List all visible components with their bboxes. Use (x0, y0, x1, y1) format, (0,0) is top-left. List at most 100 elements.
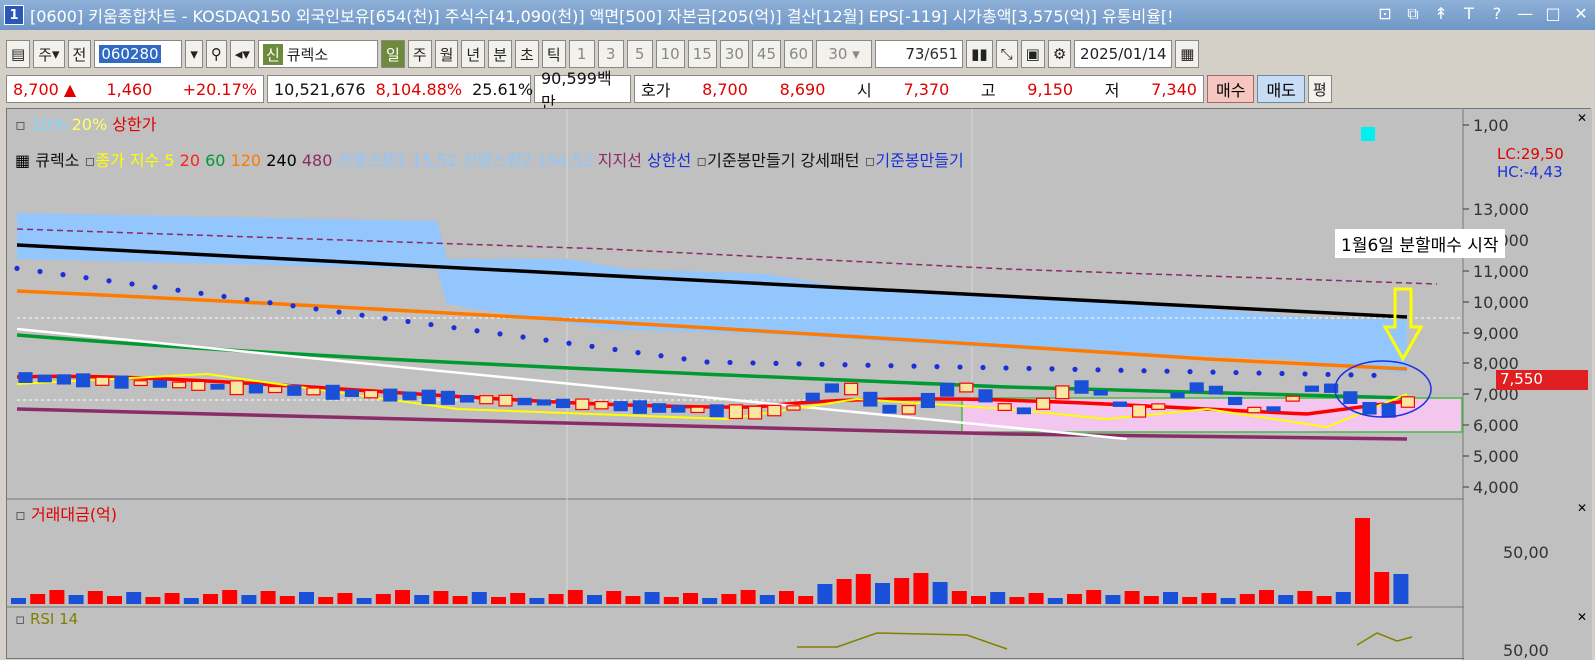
volume-pct: 8,104.88% (375, 79, 463, 99)
candle (690, 406, 705, 414)
interval-10[interactable]: 10 (655, 40, 685, 68)
volume-bar (337, 593, 353, 604)
help-icon[interactable]: ? (1487, 4, 1507, 24)
volume-bar (356, 598, 372, 604)
volume-bar (817, 584, 833, 604)
top-legend: ▫ 10% 20% 상한가 (15, 115, 157, 134)
candle (1074, 380, 1089, 394)
bar-count-input[interactable]: 73/651 (875, 40, 964, 68)
volume-bar (126, 592, 142, 604)
dotted-point (1371, 372, 1377, 378)
dotted-point (1302, 371, 1308, 377)
volume-bar (395, 590, 410, 604)
volume-bar (721, 594, 737, 604)
dotted-point (1164, 368, 1170, 374)
type-select[interactable]: 주 ▾ (33, 40, 65, 68)
line-tool-icon[interactable]: ⤡ (995, 40, 1018, 68)
dotted-point (37, 268, 43, 275)
candle (1112, 401, 1128, 407)
duplicate-icon[interactable]: ⧉ (1403, 4, 1423, 24)
period-minute[interactable]: 분 (488, 40, 512, 68)
candle (805, 392, 820, 402)
interval-60[interactable]: 60 (784, 40, 814, 68)
chart-canvas[interactable]: 1,0013,00012,00011,00010,0009,0008,0007,… (7, 109, 1592, 660)
candle (268, 386, 283, 394)
close-icon[interactable]: ✕ (1571, 4, 1591, 24)
gear-icon[interactable]: ⚙ (1047, 40, 1072, 68)
save-icon[interactable]: ▣ (1020, 40, 1045, 68)
dotted-point (405, 318, 411, 325)
period-year[interactable]: 년 (461, 40, 486, 68)
interval-1[interactable]: 1 (568, 40, 595, 68)
dotted-point (244, 296, 250, 303)
dotted-point (336, 309, 342, 315)
pin-icon[interactable]: ↟ (1431, 4, 1451, 24)
dotted-point (152, 284, 158, 290)
grid-icon[interactable]: ▦ (15, 151, 30, 170)
rsi-title: ▫ RSI 14 (15, 610, 79, 628)
calendar-icon[interactable]: ▦ (1175, 40, 1200, 68)
stock-name-field[interactable]: 신 큐렉소 (257, 40, 378, 68)
dotted-point (175, 287, 181, 293)
price-tick-label: 9,000 (1473, 324, 1519, 343)
low-price: 7,340 (1151, 79, 1197, 99)
candle (613, 401, 628, 412)
volume-bar (971, 596, 986, 604)
interval-30[interactable]: 30 (719, 40, 749, 68)
ask-price: 8,700 (702, 79, 748, 99)
interval-15[interactable]: 15 (687, 40, 717, 68)
interval-3[interactable]: 3 (597, 40, 624, 68)
candle (95, 376, 110, 386)
volume-bar (875, 583, 890, 604)
interval-5[interactable]: 5 (626, 40, 653, 68)
legend-resistance: 상한선 (647, 151, 692, 170)
candle (959, 382, 974, 393)
maximize-icon[interactable]: □ (1543, 4, 1563, 24)
dotted-point (1049, 366, 1055, 372)
volume-bar (30, 594, 46, 604)
dotted-point (267, 300, 273, 306)
volume-bar (702, 598, 718, 604)
period-tick[interactable]: 틱 (541, 40, 566, 68)
stock-code-input[interactable]: 060280 (94, 40, 183, 68)
layout-icon[interactable]: ⊡ (1375, 4, 1395, 24)
interval-select[interactable]: 30 ▾ (816, 40, 873, 68)
period-week[interactable]: 주 (407, 40, 432, 68)
prev-button[interactable]: 전 (67, 40, 92, 68)
code-dropdown-icon[interactable]: ▾ (185, 40, 203, 68)
open-price: 7,370 (903, 79, 950, 99)
candle (172, 381, 187, 389)
dotted-point (773, 360, 779, 366)
period-month[interactable]: 월 (434, 40, 459, 68)
speaker-icon[interactable]: ◂▾ (229, 40, 255, 68)
candle (133, 380, 148, 387)
volume-bar (11, 598, 26, 604)
volume-bar (318, 597, 334, 604)
candle (460, 394, 475, 403)
legend-ma60: 60 (205, 151, 226, 170)
chart-area[interactable]: 1,0013,00012,00011,00010,0009,0008,0007,… (6, 108, 1592, 660)
sell-button[interactable]: 매도 (1257, 75, 1305, 103)
interval-45[interactable]: 45 (751, 40, 781, 68)
rsi-close-icon[interactable]: ✕ (1577, 610, 1587, 624)
period-second[interactable]: 초 (515, 40, 539, 68)
price-box: 8,700 ▲ 1,460 +20.17% (6, 75, 264, 103)
candle (1400, 396, 1416, 408)
volume-bar (203, 594, 218, 604)
volume-bar (1009, 597, 1025, 604)
period-day[interactable]: 일 (380, 40, 405, 68)
date-input[interactable]: 2025/01/14 (1074, 40, 1173, 68)
volume-close-icon[interactable]: ✕ (1577, 501, 1587, 515)
candle (152, 380, 167, 388)
chart-menu-icon[interactable]: ▤ (6, 40, 31, 68)
dotted-point (658, 353, 664, 359)
minimize-icon[interactable]: — (1515, 4, 1535, 24)
candle (824, 383, 840, 393)
eval-button[interactable]: 평 (1307, 75, 1332, 103)
candle-type-icon[interactable]: ▮▮ (966, 40, 993, 68)
chart-close-icon[interactable]: ✕ (1577, 111, 1587, 125)
candle (978, 389, 993, 403)
font-icon[interactable]: T (1459, 4, 1479, 24)
buy-button[interactable]: 매수 (1207, 75, 1255, 103)
search-icon[interactable]: ⚲ (205, 40, 227, 68)
